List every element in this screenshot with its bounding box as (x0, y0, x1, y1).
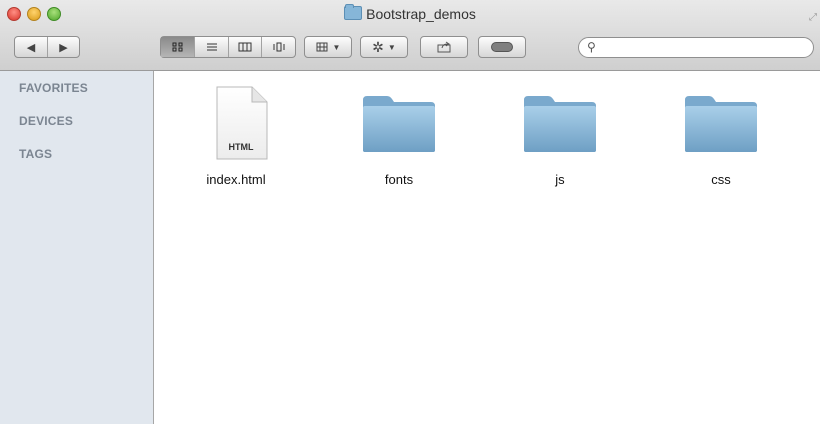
file-name: index.html (206, 172, 266, 187)
tags-button[interactable] (478, 36, 526, 58)
column-view-button[interactable] (227, 37, 262, 57)
sidebar-section-tags[interactable]: TAGS (19, 147, 52, 161)
folder-name: fonts (384, 172, 414, 187)
file-type-badge: HTML (228, 142, 254, 152)
file-browser-content: HTML index.html fonts js css (154, 71, 820, 424)
tag-toggle-icon (491, 42, 513, 52)
arrange-button[interactable]: ▼ (304, 36, 352, 58)
coverflow-view-icon (273, 42, 285, 52)
list-view-button[interactable] (194, 37, 228, 57)
icon-view-icon (172, 42, 183, 52)
search-icon: ⚲ (587, 40, 596, 54)
fullscreen-icon[interactable]: ⤢ (809, 12, 817, 23)
folder-icon (363, 96, 435, 152)
back-forward-control: ◀ ▶ (14, 36, 80, 58)
gear-icon: ✲ (372, 38, 384, 55)
sidebar-section-devices[interactable]: DEVICES (19, 114, 73, 128)
folder-icon (685, 96, 757, 152)
forward-icon: ▶ (59, 41, 68, 54)
list-view-icon (206, 43, 217, 51)
forward-button[interactable]: ▶ (46, 37, 79, 57)
folder-icon (524, 96, 596, 152)
sidebar-section-favorites[interactable]: FAVORITES (19, 81, 88, 95)
window-toolbar: Bootstrap_demos ⤢ ◀ ▶ ▼ ✲ ▼ ⚲ (0, 0, 820, 71)
search-input[interactable] (603, 39, 807, 57)
action-button[interactable]: ✲ ▼ (360, 36, 408, 58)
folder-name: css (711, 172, 731, 187)
back-button[interactable]: ◀ (15, 37, 47, 57)
folder-icon (344, 4, 363, 20)
search-field[interactable]: ⚲ (578, 37, 814, 58)
sidebar: FAVORITES DEVICES TAGS (0, 71, 154, 424)
column-view-icon (238, 42, 252, 52)
view-mode-control (160, 36, 296, 58)
window-title: Bootstrap_demos (0, 4, 820, 22)
folder-name: js (555, 172, 565, 187)
chevron-down-icon: ▼ (387, 42, 396, 52)
chevron-down-icon: ▼ (332, 42, 341, 52)
coverflow-view-button[interactable] (261, 37, 295, 57)
finder-window: Bootstrap_demos ⤢ ◀ ▶ ▼ ✲ ▼ ⚲ FAVORITES … (0, 0, 820, 424)
share-icon (437, 41, 451, 53)
window-title-text: Bootstrap_demos (366, 6, 476, 22)
icon-view-button[interactable] (161, 37, 195, 57)
grid-arrange-icon (316, 42, 328, 52)
share-button[interactable] (420, 36, 468, 58)
back-icon: ◀ (26, 41, 36, 54)
